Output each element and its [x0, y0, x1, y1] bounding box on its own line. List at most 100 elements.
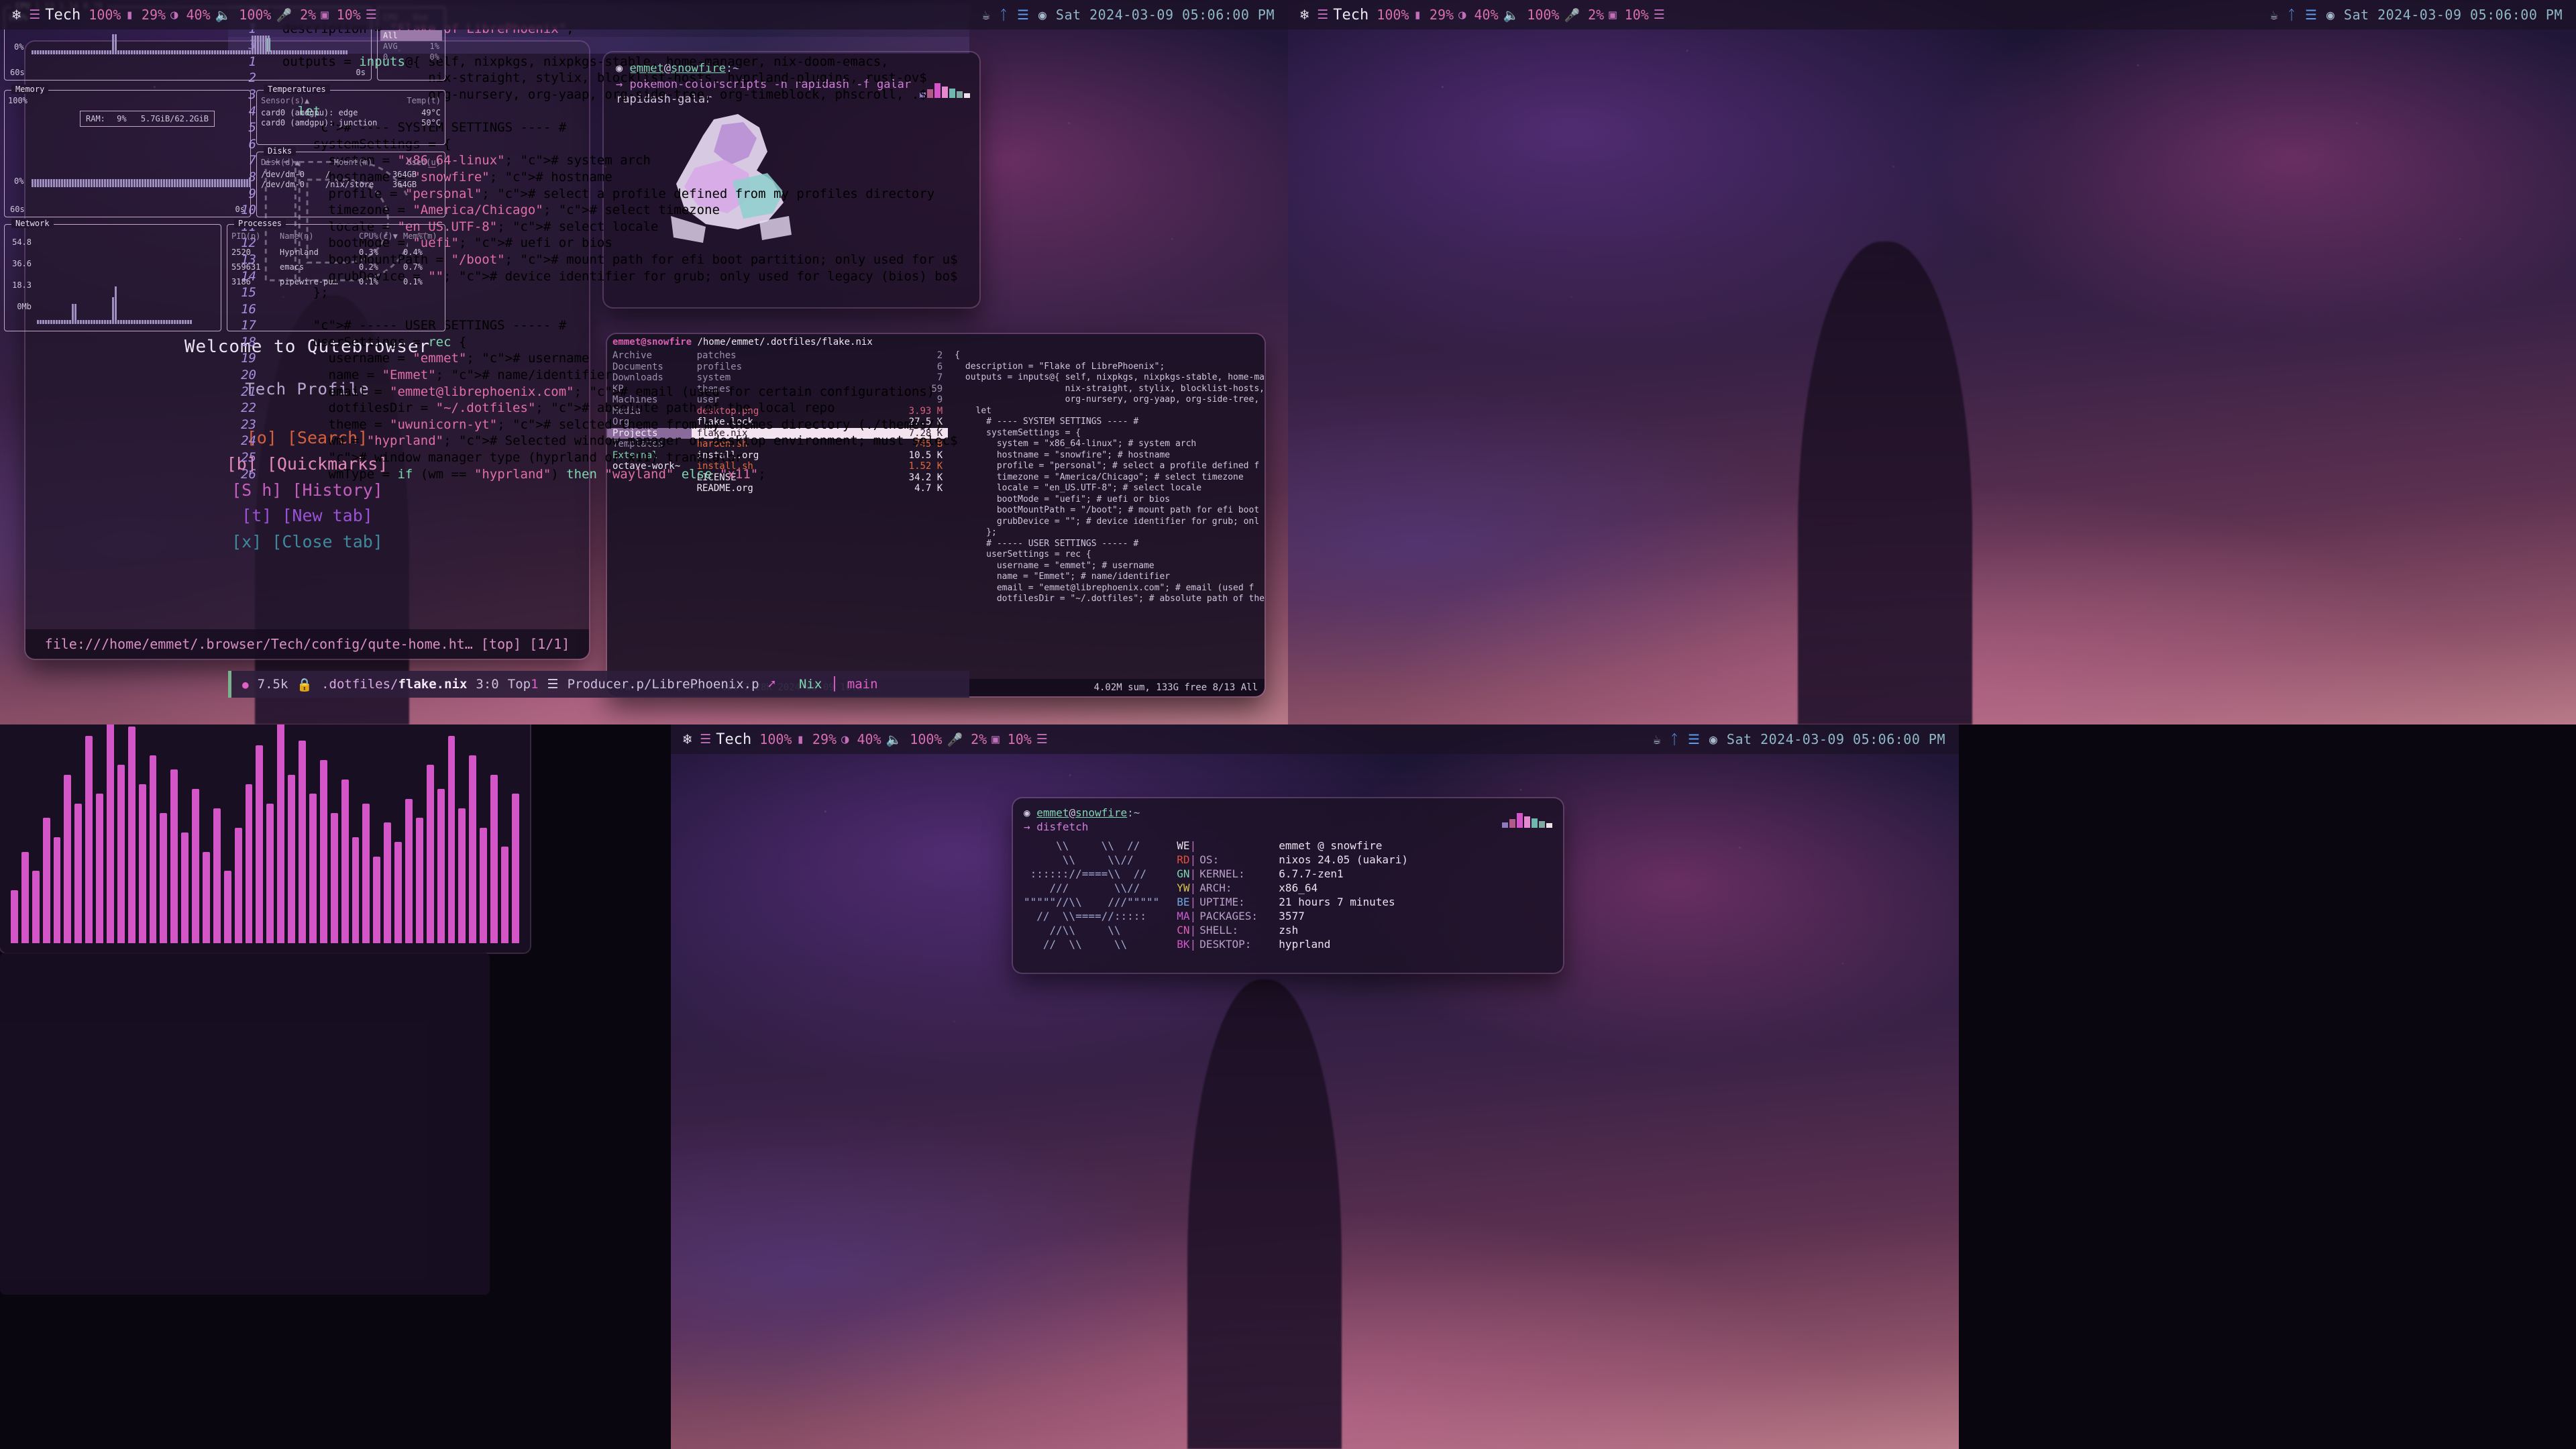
btop-temp-col-sensor[interactable]: Sensor(s)▲	[261, 96, 309, 105]
code-line[interactable]: 20 name = "Emmet"; "c"># name/identifier	[228, 367, 969, 384]
cpu-indicator-bottom[interactable]: 10% ☰	[1008, 731, 1048, 747]
battery-indicator-right[interactable]: 100% ▮	[1377, 7, 1421, 23]
code-line[interactable]: 19 username = "emmet"; "c"># username	[228, 350, 969, 367]
network-signal-icon-right[interactable]: ☰	[2305, 7, 2317, 23]
graph-bar	[276, 50, 278, 54]
graph-bar	[241, 50, 243, 54]
workspace-indicator[interactable]: ☰ Tech	[29, 7, 80, 23]
memory-indicator[interactable]: 2% ▣	[300, 7, 329, 23]
disfetch-terminal-window[interactable]: ◉ emmet@snowfire:~ → disfetch \\ \\ // \…	[1013, 798, 1563, 973]
memory-label: 2%	[300, 7, 317, 23]
cpu-indicator-right[interactable]: 10% ☰	[1625, 7, 1665, 23]
cava-visualizer-window[interactable]	[0, 698, 530, 953]
graph-bar	[37, 179, 39, 187]
graph-bar	[184, 320, 186, 324]
rocket-icon: ➚	[767, 677, 776, 692]
btop-process-name: Hyprland	[280, 248, 319, 257]
graph-bar	[107, 320, 109, 324]
btop-cpu-row[interactable]: 0 0%	[380, 52, 442, 62]
cpu-indicator[interactable]: 10% ☰	[337, 7, 377, 23]
no-coffee-icon-bottom[interactable]: ☕	[1653, 731, 1661, 747]
status-bar-left[interactable]: ❄ ☰ Tech 100% ▮ 29% ◑ 40% 🔈 100% 🎤 2% ▣ …	[0, 0, 1288, 30]
brightness-indicator[interactable]: 29% ◑	[142, 7, 178, 23]
memory-indicator-right[interactable]: 2% ▣	[1588, 7, 1617, 23]
btop-proc-col-pid[interactable]: PID(p)	[231, 231, 280, 241]
disfetch-color-tag: BK|	[1177, 938, 1197, 951]
btop-proc-col-name[interactable]: Name(n)	[280, 231, 359, 241]
btop-process-row[interactable]: 559631 emacs 0.2% 0.7%	[231, 260, 441, 274]
no-coffee-icon[interactable]: ☕	[982, 7, 990, 23]
memory-indicator-bottom[interactable]: 2% ▣	[971, 731, 1000, 747]
network-signal-icon-bottom[interactable]: ☰	[1688, 731, 1700, 747]
btop-disk-col-used[interactable]: Used(u)	[407, 158, 441, 167]
bluetooth-icon-bottom[interactable]: ᛏ	[1670, 731, 1678, 747]
btop-cpu-row[interactable]: AVG 1%	[380, 41, 442, 52]
btop-processes-box[interactable]: Processes PID(p) Name(n) CPU%(c)▼ Mem%(m…	[227, 219, 445, 331]
workspace-indicator-right[interactable]: ☰ Tech	[1317, 7, 1368, 23]
buffer-path-file: flake.nix	[398, 677, 468, 692]
disc-icon[interactable]: ◉	[1038, 7, 1046, 23]
nix-snowflake-icon[interactable]: ❄	[12, 7, 21, 23]
graph-bar	[117, 50, 119, 54]
btop-cpu-row[interactable]: All	[380, 30, 442, 41]
graph-bar	[128, 320, 130, 324]
graph-bar	[233, 179, 235, 187]
volume-indicator-bottom[interactable]: 40% 🔈	[857, 731, 902, 747]
btop-process-row[interactable]: 2520 Hyprland 0.3% 0.4%	[231, 245, 441, 260]
bluetooth-icon-right[interactable]: ᛏ	[2288, 7, 2296, 23]
disc-icon-bottom[interactable]: ◉	[1709, 731, 1717, 747]
btop-process-mem: 0.7%	[403, 262, 423, 272]
disc-icon-right[interactable]: ◉	[2326, 7, 2334, 23]
nix-snowflake-icon-right[interactable]: ❄	[1300, 7, 1309, 23]
workspace-indicator-bottom[interactable]: ☰ Tech	[700, 731, 751, 748]
btop-mem-ybottom: 0%	[14, 176, 24, 186]
graph-bar	[230, 50, 232, 54]
graph-bar	[48, 320, 50, 324]
code-line[interactable]: 18 userSettings = rec {	[228, 334, 969, 351]
status-bar-bottom[interactable]: ❄ ☰ Tech 100% ▮ 29% ◑ 40% 🔈 100% 🎤 2% ▣ …	[671, 724, 1959, 754]
code-line[interactable]: 25 "c"># window manager type (hyprland o…	[228, 449, 969, 466]
code-line[interactable]: 22 dotfilesDir = "~/.dotfiles"; "c"># ab…	[228, 400, 969, 417]
btop-network-box[interactable]: Network 54.8 36.6 18.3 0Mb	[4, 219, 221, 331]
status-bar-right[interactable]: ❄ ☰ Tech 100% ▮ 29% ◑ 40% 🔈 100% 🎤 2% ▣ …	[1288, 0, 2576, 30]
btop-window[interactable]: CPU 1.53 1.14 0.78 100% 0% 60s 0s CPU Us…	[0, 1, 490, 1295]
btop-temp-col-temp[interactable]: Temp(t)	[407, 96, 441, 105]
btop-disks-box[interactable]: Disks Disk(d)▲ Mount(m) Used(u) /dev/dm-…	[256, 146, 445, 217]
graph-bar	[109, 50, 111, 54]
cava-bar	[127, 726, 136, 943]
cava-bar	[500, 847, 508, 943]
btop-proc-col-mem[interactable]: Mem%(m)	[403, 231, 437, 241]
graph-bar	[246, 50, 248, 54]
nix-snowflake-icon-bottom[interactable]: ❄	[683, 731, 692, 748]
code-line[interactable]: 24 wm = "hyprland"; "c"># Selected windo…	[228, 433, 969, 449]
graph-bar	[193, 50, 195, 54]
btop-temperatures-box[interactable]: Temperatures Sensor(s)▲ Temp(t) card0 (a…	[256, 85, 445, 145]
volume-indicator-right[interactable]: 40% 🔈	[1474, 7, 1519, 23]
btop-memory-box[interactable]: Memory 100% 0% RAM: 9% 5.7GiB/62.2GiB 60…	[4, 85, 251, 217]
ranger-preview-line: dotfilesDir = "~/.dotfiles"; # absolute …	[955, 594, 1265, 604]
brightness-indicator-bottom[interactable]: 29% ◑	[812, 731, 849, 747]
microphone-indicator-bottom[interactable]: 100% 🎤	[910, 731, 963, 747]
lock-icon: 🔒	[297, 677, 313, 692]
disfetch-info-row: MA| PACKAGES: 3577	[1177, 909, 1408, 923]
no-coffee-icon-right[interactable]: ☕	[2270, 7, 2278, 23]
btop-disk-col-mount[interactable]: Mount(m)	[334, 158, 373, 167]
microphone-indicator-right[interactable]: 100% 🎤	[1527, 7, 1580, 23]
cava-bar	[309, 794, 317, 943]
code-line[interactable]: 26 wmType = if (wm == "hyprland") then "…	[228, 466, 969, 483]
battery-indicator-bottom[interactable]: 100% ▮	[759, 731, 804, 747]
battery-indicator[interactable]: 100% ▮	[89, 7, 133, 23]
brightness-indicator-right[interactable]: 29% ◑	[1430, 7, 1466, 23]
btop-disk-col-disk[interactable]: Disk(d)▲	[261, 158, 300, 167]
code-line[interactable]: 21 email = "emmet@librephoenix.com"; "c"…	[228, 384, 969, 400]
btop-memory-graph	[32, 178, 251, 187]
graph-bar	[244, 179, 246, 187]
network-signal-icon[interactable]: ☰	[1017, 7, 1029, 23]
microphone-indicator[interactable]: 100% 🎤	[239, 7, 292, 23]
code-line[interactable]: 23 theme = "uwunicorn-yt"; "c"># selcted…	[228, 417, 969, 433]
btop-process-row[interactable]: 3186 pipewire-pu… 0.1% 0.1%	[231, 274, 441, 289]
volume-indicator[interactable]: 40% 🔈	[186, 7, 231, 23]
battery-icon-right: ▮	[1413, 7, 1421, 22]
bluetooth-icon[interactable]: ᛏ	[1000, 7, 1008, 23]
btop-proc-col-cpu[interactable]: CPU%(c)▼	[359, 231, 403, 241]
